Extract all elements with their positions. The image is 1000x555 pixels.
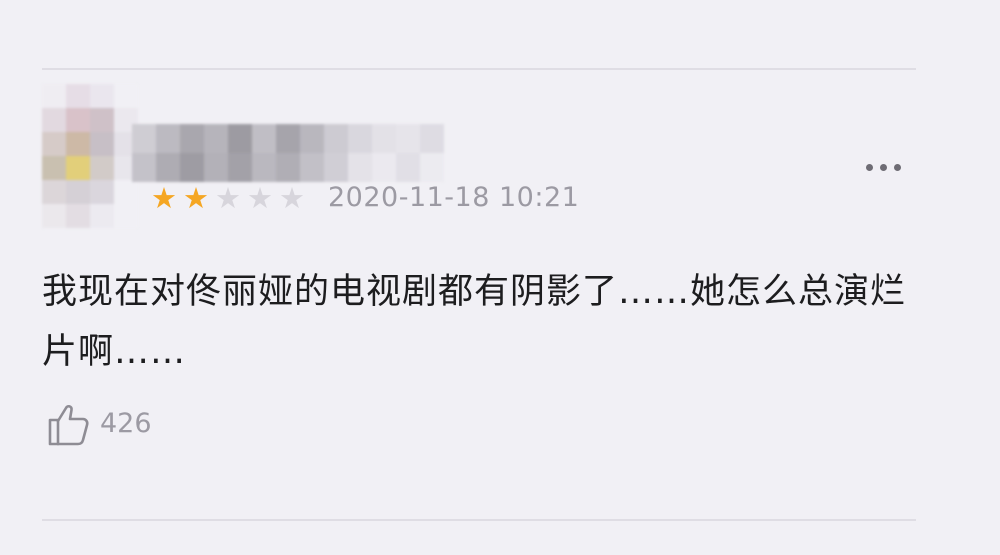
star-icon: ★ [151,181,177,215]
more-dots-icon [879,163,887,171]
star-icon: ★ [279,181,305,215]
like-button[interactable]: 426 [44,396,152,452]
star-icon: ★ [183,181,209,215]
star-icon: ★ [215,181,241,215]
comment-text: 我现在对佟丽娅的电视剧都有阴影了……她怎么总演烂片啊…… [42,272,907,372]
star-icon: ★ [247,181,273,215]
more-dots-icon [865,163,873,171]
username-blurred[interactable] [132,124,444,182]
star-rating: ★ ★ ★ ★ ★ [148,182,308,214]
avatar[interactable] [42,84,138,228]
comment-timestamp: 2020-11-18 10:21 [328,182,580,213]
more-dots-icon [893,163,901,171]
like-count: 426 [100,408,152,439]
top-divider [42,68,916,70]
more-options-button[interactable] [858,150,908,184]
thumbs-up-icon [48,404,89,446]
bottom-divider [42,519,916,521]
